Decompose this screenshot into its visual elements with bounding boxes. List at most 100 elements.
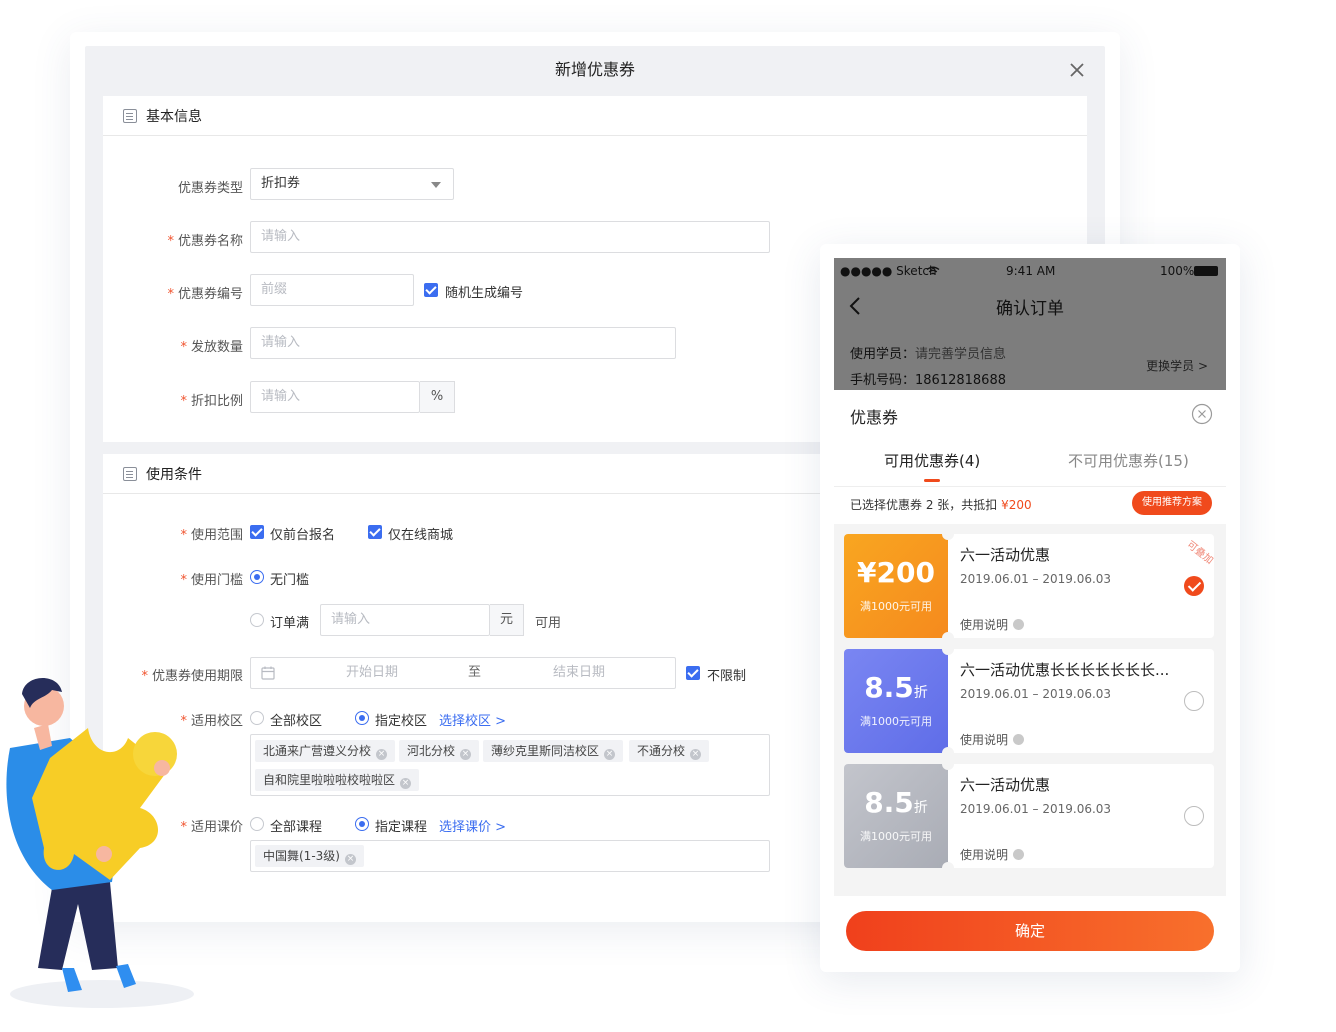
calendar-icon <box>261 666 275 680</box>
document-icon <box>123 466 137 481</box>
ratio-input[interactable]: 请输入 <box>250 381 420 413</box>
select-course-link[interactable]: 选择课价 > <box>439 816 506 835</box>
coupon-type-label: 优惠券类型 <box>177 181 243 196</box>
threshold-none-label: 无门槛 <box>270 573 310 588</box>
close-icon[interactable]: × <box>376 749 388 760</box>
close-icon[interactable]: × <box>690 749 702 760</box>
info-icon <box>1013 849 1025 860</box>
coupon-date: 2019.06.01 – 2019.06.03 <box>960 802 1112 816</box>
close-icon[interactable] <box>1067 60 1087 80</box>
close-icon[interactable]: × <box>344 854 356 865</box>
person-puzzle-illustration <box>6 677 194 1008</box>
coupon-code-prefix-input[interactable]: 前缀 <box>250 274 414 306</box>
coupon-desc[interactable]: 使用说明 <box>960 731 1025 748</box>
chevron-down-icon <box>431 182 441 188</box>
period-start: 开始日期 <box>346 665 399 680</box>
threshold-order-label: 订单满 <box>270 616 310 631</box>
change-student-link[interactable]: 更换学员 > <box>1146 357 1208 374</box>
course-all-label: 全部课程 <box>270 820 323 835</box>
campus-specific-label: 指定校区 <box>375 714 428 729</box>
sheet-title: 优惠券 <box>850 408 899 427</box>
coupon-select-radio[interactable] <box>1184 691 1204 711</box>
status-time: 9:41 AM <box>1006 264 1056 278</box>
coupon-select-check[interactable] <box>1184 576 1204 596</box>
coupon-amount: 8.5折 <box>864 786 928 819</box>
wifi-icon <box>926 266 940 275</box>
section-title: 基本信息 <box>146 108 202 125</box>
coupon-condition: 满1000元可用 <box>860 830 932 843</box>
coupon-type-select[interactable]: 折扣券 <box>250 168 454 200</box>
threshold-after-label: 可用 <box>535 616 562 631</box>
course-tag-box[interactable]: 中国舞(1-3级) × <box>250 840 770 872</box>
close-icon[interactable] <box>1191 403 1213 425</box>
coupon-desc[interactable]: 使用说明 <box>960 846 1025 863</box>
coupon-name: 六一活动优惠 <box>960 776 1051 794</box>
coupon-amount-panel: ¥200 满1000元可用 <box>844 534 948 638</box>
period-unlimited-checkbox[interactable] <box>686 666 700 680</box>
scope-frontdesk-checkbox[interactable] <box>250 525 264 539</box>
student-row: 使用学员：请完善学员信息 <box>850 347 1007 362</box>
coupon-select-radio[interactable] <box>1184 806 1204 826</box>
period-unlimited-label: 不限制 <box>707 669 747 684</box>
random-code-checkbox[interactable] <box>424 283 438 297</box>
status-battery: 100% <box>1160 264 1195 278</box>
scope-online-label: 仅在线商城 <box>388 528 454 543</box>
threshold-order-radio[interactable] <box>250 613 264 627</box>
document-icon <box>123 108 137 123</box>
coupon-desc[interactable]: 使用说明 <box>960 616 1025 633</box>
tab-unavailable[interactable]: 不可用优惠券(15) <box>1068 450 1189 471</box>
order-header: ●●●●● Sketch 9:41 AM 100% 确认订单 使用学员：请完善学… <box>834 258 1226 390</box>
coupon-amount-panel: 8.5折 满1000元可用 <box>844 764 948 868</box>
info-icon <box>1013 734 1025 745</box>
campus-specific-radio[interactable] <box>355 711 369 725</box>
period-end: 结束日期 <box>553 665 606 680</box>
close-icon[interactable]: × <box>604 749 616 760</box>
battery-icon <box>1194 266 1218 276</box>
threshold-amount-input[interactable]: 请输入 <box>320 604 490 636</box>
coupon-sheet-header: 优惠券 可用优惠券(4) 不可用优惠券(15) 已选择优惠券 2 张，共抵扣 ¥… <box>834 390 1226 524</box>
campus-tag-box[interactable]: 北通来广营遵义分校 × 河北分校 × 薄纱克里斯同洁校区 × 不通分校 × 自和院里啦啦… <box>250 734 770 796</box>
coupon-name: 六一活动优惠长长长长长长长... <box>960 661 1170 679</box>
quantity-input[interactable]: 请输入 <box>250 327 676 359</box>
scope-online-checkbox[interactable] <box>368 525 382 539</box>
coupon-condition: 满1000元可用 <box>860 600 932 613</box>
info-icon <box>1013 619 1025 630</box>
coupon-notch <box>942 747 954 753</box>
campus-tag: 不通分校 × <box>629 740 710 762</box>
phone-row: 手机号码：18612818688 <box>850 373 1006 388</box>
period-date-range-input[interactable]: 开始日期 至 结束日期 <box>250 657 676 689</box>
close-icon[interactable]: × <box>400 778 412 789</box>
course-all-radio[interactable] <box>250 817 264 831</box>
tab-divider <box>834 486 1226 487</box>
threshold-none-radio[interactable] <box>250 570 264 584</box>
recommend-button[interactable]: 使用推荐方案 <box>1132 491 1212 515</box>
coupon-notch <box>942 862 954 868</box>
coupon-name-label: * 优惠券名称 <box>167 234 243 249</box>
campus-all-radio[interactable] <box>250 711 264 725</box>
confirm-button[interactable]: 确定 <box>846 911 1214 951</box>
coupon-card[interactable]: 8.5折 满1000元可用 六一活动优惠长长长长长长长... 2019.06.0… <box>844 649 1214 753</box>
stackable-badge: 可叠加 <box>1184 539 1214 567</box>
campus-all-label: 全部校区 <box>270 714 323 729</box>
threshold-unit: 元 <box>490 604 524 636</box>
scope-label: * 使用范围 <box>180 528 243 543</box>
coupon-card[interactable]: ¥200 满1000元可用 六一活动优惠 2019.06.01 – 2019.0… <box>844 534 1214 638</box>
quantity-label: * 发放数量 <box>180 340 243 355</box>
ratio-suffix: % <box>420 381 455 413</box>
section-title: 使用条件 <box>146 466 202 483</box>
nav-title: 确认订单 <box>996 299 1064 319</box>
coupon-amount: 8.5折 <box>864 671 928 704</box>
close-icon[interactable]: × <box>460 749 472 760</box>
campus-tag: 自和院里啦啦啦校啦啦区 × <box>255 769 420 791</box>
course-specific-radio[interactable] <box>355 817 369 831</box>
basic-info-header: 基本信息 <box>103 96 1087 136</box>
select-campus-link[interactable]: 选择校区 > <box>439 710 506 729</box>
phone-screen: ●●●●● Sketch 9:41 AM 100% 确认订单 使用学员：请完善学… <box>834 258 1226 958</box>
campus-tag: 河北分校 × <box>399 740 480 762</box>
course-tag: 中国舞(1-3级) × <box>255 845 364 867</box>
coupon-name-input[interactable]: 请输入 <box>250 221 770 253</box>
tab-available[interactable]: 可用优惠券(4) <box>884 450 980 471</box>
status-carrier: ●●●●● Sketch <box>840 264 937 278</box>
coupon-card[interactable]: 8.5折 满1000元可用 六一活动优惠 2019.06.01 – 2019.0… <box>844 764 1214 868</box>
modal-title: 新增优惠券 <box>554 60 635 79</box>
